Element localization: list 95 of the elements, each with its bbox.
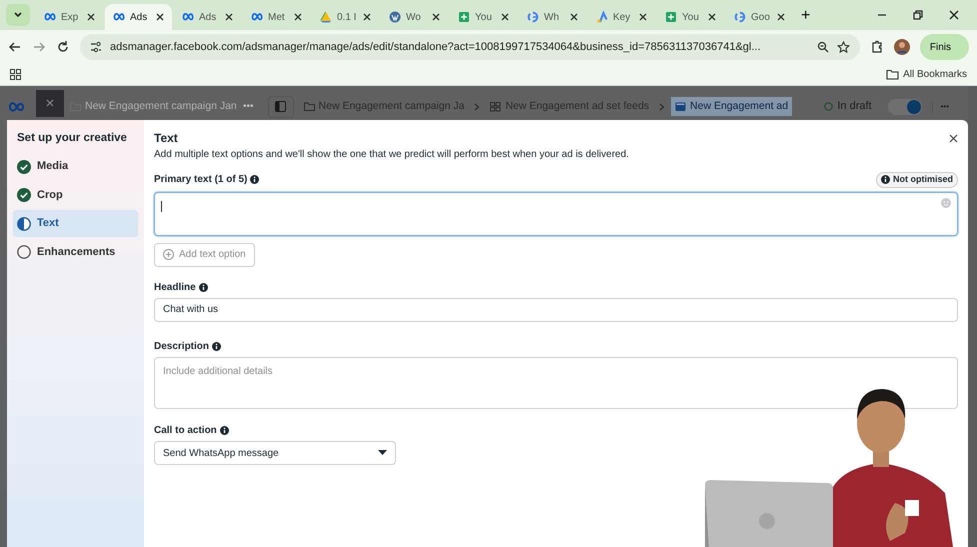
- close-icon[interactable]: [225, 13, 233, 21]
- close-icon[interactable]: [156, 13, 164, 21]
- google-logo-icon: [527, 11, 539, 23]
- google-logo-icon: [734, 11, 746, 23]
- close-icon[interactable]: [639, 13, 647, 21]
- meta-logo-icon: [251, 11, 263, 23]
- new-tab-button[interactable]: +: [795, 4, 816, 28]
- close-icon[interactable]: [949, 10, 959, 20]
- folder-icon: [304, 102, 315, 112]
- extensions-icon[interactable]: [870, 40, 884, 54]
- dialog-subtitle: Add multiple text options and we'll show the one that we predict will perform best when your ad is delivered.: [154, 148, 630, 162]
- bookmarks-folder[interactable]: All Bookmarks: [886, 67, 967, 82]
- half-circle-icon: [17, 216, 31, 230]
- field-label: Call to action: [154, 424, 217, 438]
- browser-tab[interactable]: Ads: [174, 4, 241, 30]
- chevron-right-icon: [659, 102, 666, 110]
- scrollbar[interactable]: [968, 86, 977, 547]
- text-input[interactable]: Chat with us: [154, 298, 958, 322]
- close-button[interactable]: [36, 90, 64, 116]
- close-icon[interactable]: [949, 134, 958, 142]
- field-label: Headline: [154, 280, 196, 294]
- browser-tab[interactable]: Wo: [381, 4, 448, 30]
- publish-toggle[interactable]: [888, 98, 922, 114]
- panel-title: New Engagement campaign Jan: [70, 98, 235, 114]
- status-circle-icon: [824, 102, 834, 111]
- tab-list-button[interactable]: [6, 4, 30, 26]
- sidebar-toggle-button[interactable]: [268, 96, 294, 118]
- back-arrow-icon[interactable]: [8, 40, 22, 54]
- meta-logo-icon: [182, 11, 194, 23]
- spreadsheet-icon: [458, 11, 470, 23]
- step-item[interactable]: Enhancements: [13, 238, 138, 266]
- star-icon[interactable]: [836, 40, 850, 54]
- breadcrumb-link[interactable]: New Engagement ad: [671, 96, 792, 116]
- close-icon[interactable]: [570, 13, 578, 21]
- more-button[interactable]: •••: [241, 99, 256, 114]
- dropdown-select[interactable]: Send WhatsApp message: [154, 441, 396, 465]
- avatar-icon[interactable]: [894, 39, 910, 55]
- caret-down-icon: [378, 450, 387, 456]
- info-icon[interactable]: [212, 342, 222, 350]
- close-icon[interactable]: [432, 13, 440, 21]
- restore-icon[interactable]: [913, 10, 923, 20]
- info-icon[interactable]: [220, 426, 229, 435]
- triangle-logo-icon: [596, 11, 608, 23]
- profile-button[interactable]: Finis: [920, 34, 969, 60]
- close-icon[interactable]: [708, 13, 716, 21]
- step-item[interactable]: Text: [13, 210, 138, 237]
- info-icon[interactable]: [198, 282, 208, 292]
- chevron-right-icon: [474, 102, 480, 110]
- browser-tab[interactable]: Ads: [105, 4, 172, 30]
- field-label: Primary text (1 of 5): [154, 173, 248, 188]
- apps-icon[interactable]: [10, 69, 21, 80]
- sidebar-icon: [275, 101, 286, 112]
- close-icon[interactable]: [777, 13, 785, 21]
- grid-icon: [490, 102, 502, 112]
- text-cursor: [161, 200, 162, 212]
- browser-tab[interactable]: You: [450, 4, 517, 30]
- meta-logo-icon: [44, 11, 56, 23]
- browser-tab[interactable]: Wh: [519, 4, 586, 30]
- triangle-logo-icon: [320, 11, 332, 23]
- field-label: Description: [154, 340, 210, 354]
- reload-icon[interactable]: [56, 40, 70, 54]
- close-icon[interactable]: [501, 13, 509, 21]
- meta-logo-icon: [113, 11, 125, 23]
- step-item[interactable]: Media: [13, 153, 138, 180]
- dialog-title: Text: [154, 130, 178, 147]
- info-icon: [881, 175, 890, 184]
- spreadsheet-icon: [665, 11, 677, 23]
- sidebar-title: Set up your creative: [16, 131, 128, 146]
- browser-tab[interactable]: Goo: [726, 4, 793, 30]
- close-icon: [46, 99, 54, 107]
- step-item[interactable]: Crop: [13, 182, 138, 208]
- chevron-down-icon: [13, 11, 23, 19]
- address-bar[interactable]: adsmanager.facebook.com/adsmanager/manage/ads/edit/standalone?act=1008199717534064&business_id=785631137036741&gl...: [80, 34, 860, 60]
- check-circle-icon: [17, 160, 31, 174]
- browser-tab[interactable]: You: [657, 4, 724, 30]
- info-icon[interactable]: [250, 175, 260, 184]
- close-icon[interactable]: [87, 13, 95, 21]
- text-area[interactable]: Include additional details: [154, 356, 958, 408]
- forward-arrow-icon[interactable]: [32, 40, 46, 54]
- wordpress-logo-icon: [389, 11, 401, 23]
- check-circle-icon: [17, 188, 31, 202]
- status-label: In draft: [824, 98, 872, 115]
- site-settings-icon[interactable]: [90, 41, 102, 53]
- zoom-icon[interactable]: [816, 41, 829, 53]
- browser-tab[interactable]: Key: [588, 4, 655, 30]
- browser-tab[interactable]: Exp: [36, 4, 103, 30]
- status-badge: Not optimised: [876, 172, 958, 188]
- close-icon[interactable]: [363, 13, 371, 21]
- folder-icon: [886, 69, 900, 80]
- browser-tab[interactable]: 0.1 I: [312, 4, 379, 30]
- close-icon[interactable]: [294, 13, 302, 21]
- plus-circle-icon: [163, 249, 174, 260]
- empty-circle-icon: [17, 245, 31, 259]
- browser-tab[interactable]: Met: [243, 4, 310, 30]
- ad-icon: [675, 102, 686, 112]
